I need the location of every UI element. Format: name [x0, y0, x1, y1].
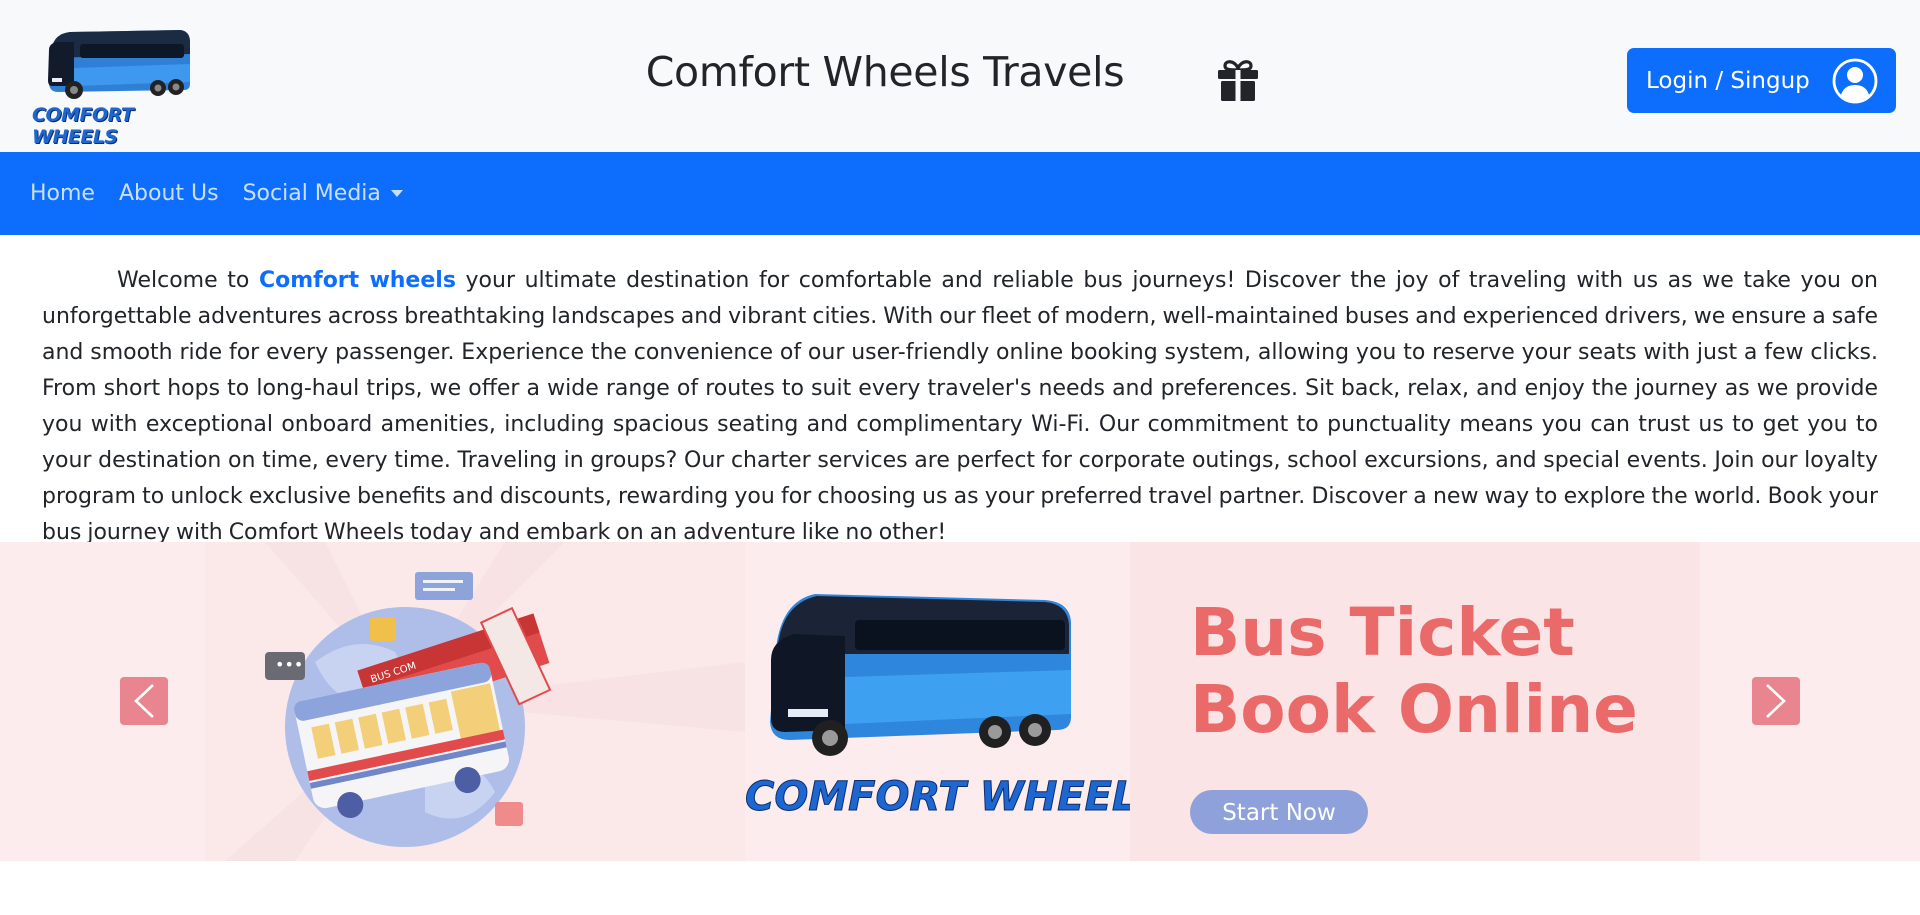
chevron-right-icon [1766, 684, 1786, 718]
hero-carousel: ••• BUS COM COMFORT WHEELS Bus Ticket Bo… [0, 542, 1920, 861]
nav-social-media-label: Social Media [242, 181, 381, 206]
logo-text: COMFORT WHEELS [32, 104, 134, 148]
bus-logo-image [48, 30, 190, 99]
site-logo[interactable]: COMFORT WHEELS [30, 20, 205, 148]
intro-brand: Comfort wheels [258, 268, 456, 293]
page-title: Comfort Wheels Travels [645, 48, 1125, 96]
intro-prefix: Welcome to [117, 268, 259, 293]
intro-text: your ultimate destination for comfortabl… [42, 268, 1878, 545]
user-circle-icon [1832, 58, 1878, 103]
svg-text:•••: ••• [275, 655, 303, 674]
nav-about-us[interactable]: About Us [119, 181, 219, 206]
login-signup-label: Login / Singup [1646, 67, 1810, 94]
site-header: COMFORT WHEELS Comfort Wheels Travels Lo… [0, 0, 1920, 152]
gift-icon[interactable] [1217, 58, 1259, 102]
main-navbar: Home About Us Social Media [0, 152, 1920, 235]
carousel-prev-button[interactable] [120, 677, 168, 725]
headline-line-2: Book Online [1190, 671, 1638, 748]
intro-paragraph: Welcome to Comfort wheels your ultimate … [0, 235, 1920, 545]
start-now-label: Start Now [1222, 800, 1336, 826]
caret-down-icon [390, 190, 403, 197]
nav-home[interactable]: Home [30, 181, 95, 206]
carousel-next-button[interactable] [1752, 677, 1800, 725]
nav-social-media-dropdown[interactable]: Social Media [243, 181, 403, 206]
chevron-left-icon [134, 684, 154, 718]
carousel-slide-image: ••• BUS COM COMFORT WHEELS Bus Ticket Bo… [205, 542, 1700, 861]
slide-logo-text: COMFORT WHEELS [745, 774, 1166, 820]
login-signup-button[interactable]: Login / Singup [1627, 48, 1896, 113]
headline-line-1: Bus Ticket [1190, 594, 1575, 671]
